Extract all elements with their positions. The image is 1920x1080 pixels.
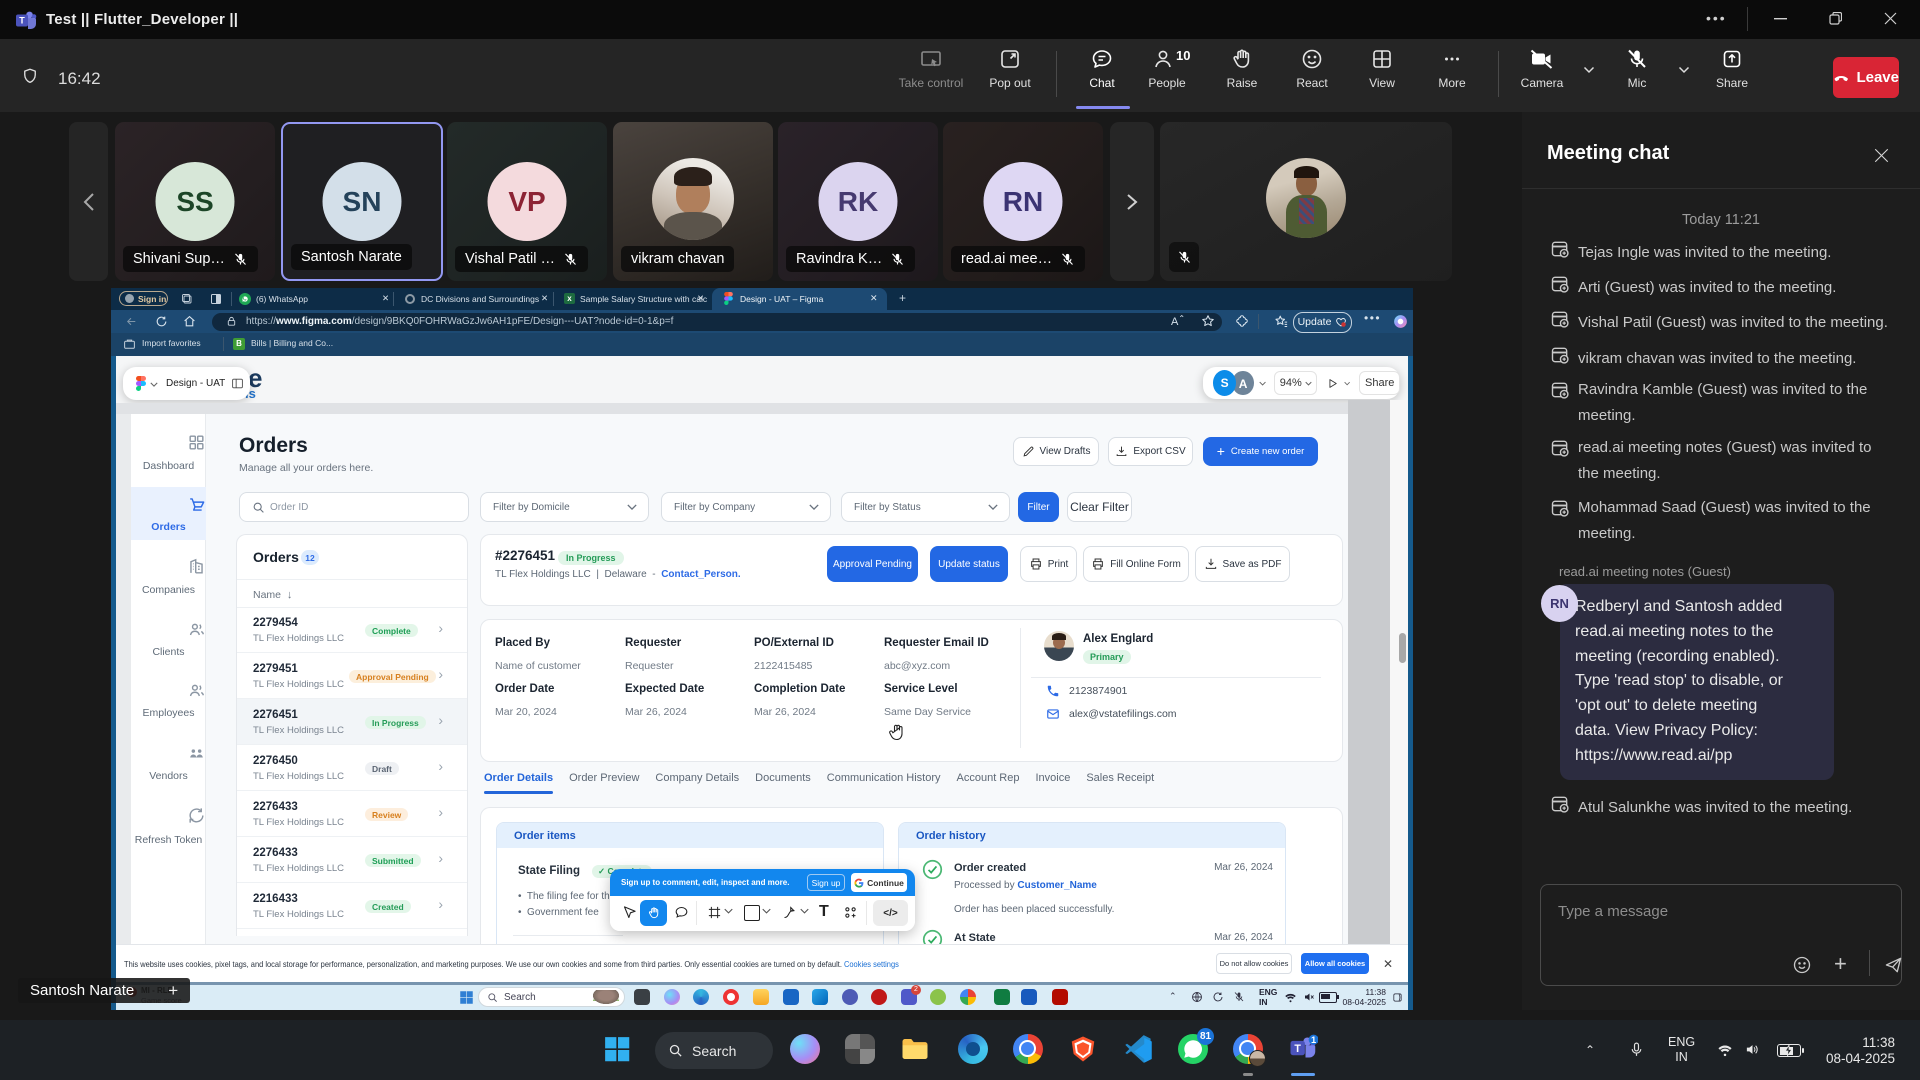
svg-text:T: T: [1294, 1043, 1301, 1055]
svg-text:T: T: [19, 16, 25, 26]
svg-text:1: 1: [1311, 1035, 1316, 1045]
